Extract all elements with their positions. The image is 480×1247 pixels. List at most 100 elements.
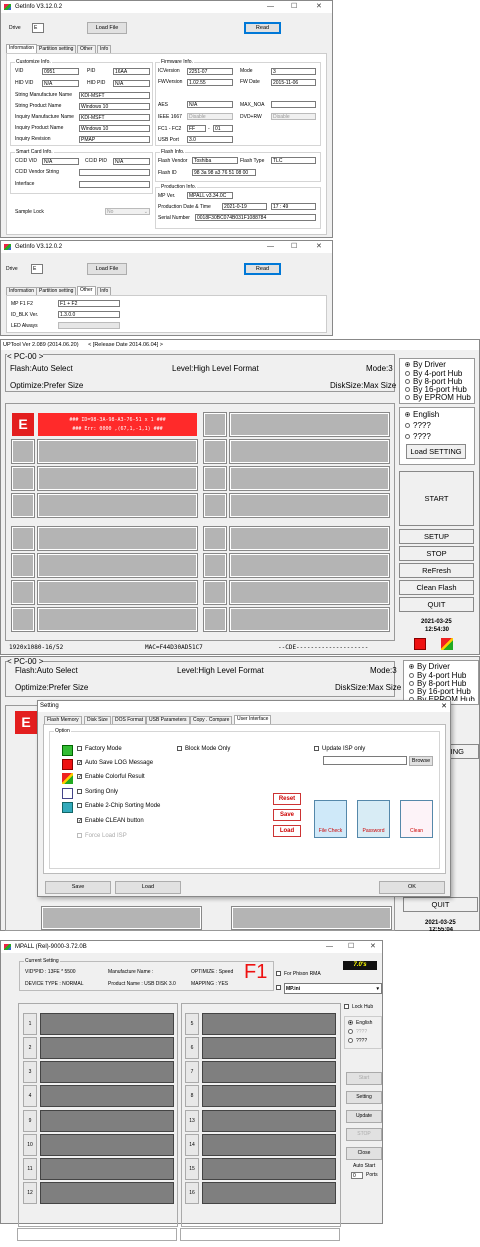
- ok-button[interactable]: OK: [379, 881, 445, 894]
- slot-bar-left[interactable]: [40, 1134, 174, 1156]
- slot-index-box[interactable]: [203, 526, 227, 551]
- auto-start-field[interactable]: 0: [351, 1172, 363, 1179]
- hub-by-driver[interactable]: By Driver: [405, 360, 446, 369]
- active-slot-letter[interactable]: E: [15, 711, 37, 734]
- lang-option-2[interactable]: ????: [405, 421, 431, 430]
- tab-info[interactable]: Info: [97, 287, 112, 295]
- fc2-field[interactable]: 01: [213, 125, 233, 132]
- slot-index-box[interactable]: [203, 493, 227, 518]
- slot-status-bar[interactable]: [229, 493, 390, 518]
- slot-number-left[interactable]: 12: [23, 1182, 37, 1204]
- string-manufacture-field[interactable]: KDI-MSFT: [79, 92, 150, 99]
- isp-path-field[interactable]: [323, 756, 407, 765]
- slot-index-box[interactable]: [203, 553, 227, 578]
- drive-select[interactable]: E: [31, 264, 43, 274]
- slot-index-box[interactable]: [203, 580, 227, 605]
- slot-status-bar[interactable]: [229, 607, 390, 632]
- slot-bar-right[interactable]: [202, 1013, 336, 1035]
- tab-user-interface[interactable]: User Interface: [234, 715, 272, 724]
- color-icon[interactable]: [441, 638, 453, 650]
- tab-information[interactable]: Information: [6, 44, 38, 53]
- stop-button[interactable]: STOP: [399, 546, 474, 561]
- slot-bar-left[interactable]: [40, 1013, 174, 1035]
- slot-bar-left[interactable]: [40, 1085, 174, 1107]
- string-product-field[interactable]: Windows 10: [79, 103, 150, 110]
- clean-icon[interactable]: Clean: [400, 800, 433, 838]
- lang-english[interactable]: English: [405, 410, 439, 419]
- slot-bar-right[interactable]: [202, 1182, 336, 1204]
- start-button[interactable]: START: [399, 471, 474, 526]
- hub-by-driver[interactable]: By Driver: [409, 662, 450, 671]
- id-blk-field[interactable]: 1.3.0.0: [58, 311, 120, 318]
- lang-option-3[interactable]: ????: [405, 432, 431, 441]
- password-icon[interactable]: Password: [357, 800, 390, 838]
- slot-number-right[interactable]: 6: [185, 1037, 199, 1059]
- production-time-field[interactable]: 17 : 49: [271, 203, 316, 210]
- slot-index-box[interactable]: [11, 607, 35, 632]
- ieee-select[interactable]: Disable: [187, 113, 233, 120]
- slot-status-bar[interactable]: [229, 466, 390, 491]
- two-chip-checkbox[interactable]: Enable 2-Chip Sorting Mode: [77, 803, 160, 809]
- slot-bar-right[interactable]: [202, 1085, 336, 1107]
- close-icon[interactable]: ✕: [316, 1, 322, 13]
- slot-number-right[interactable]: 5: [185, 1013, 199, 1035]
- sorting-only-checkbox[interactable]: Sorting Only: [77, 789, 118, 795]
- slot-bar-right[interactable]: [202, 1134, 336, 1156]
- slot-status-bar[interactable]: [37, 526, 198, 551]
- interface-field[interactable]: [79, 181, 150, 188]
- serial-number-field[interactable]: 0018F30BC074B031F1088784: [195, 214, 316, 221]
- slot-index-box[interactable]: [11, 493, 35, 518]
- factory-mode-checkbox[interactable]: Factory Mode: [77, 746, 122, 752]
- ccid-pid-field[interactable]: N/A: [113, 158, 150, 165]
- inquiry-revision-field[interactable]: PMAP: [79, 136, 150, 143]
- load-setting-button[interactable]: Load SETTING: [406, 444, 466, 459]
- tab-other[interactable]: Other: [77, 45, 96, 53]
- minimize-icon[interactable]: —: [267, 1, 274, 13]
- mp-ini-checkbox[interactable]: [276, 985, 284, 991]
- slot-number-right[interactable]: 7: [185, 1061, 199, 1083]
- production-date-field[interactable]: 2021-0-19: [222, 203, 267, 210]
- close-icon[interactable]: ✕: [441, 701, 447, 712]
- quit-button[interactable]: QUIT: [399, 597, 474, 612]
- slot-status-bar[interactable]: [229, 580, 390, 605]
- slot-index-box[interactable]: [203, 439, 227, 464]
- lang-english[interactable]: English: [348, 1020, 372, 1026]
- mp-ini-select[interactable]: MP.ini ▾: [284, 983, 382, 994]
- hub-by-16-port[interactable]: By 16-port Hub: [409, 687, 471, 696]
- active-slot-status[interactable]: ### ID=98-3A-98-A3-76-51 x 1 ### ### Err…: [38, 413, 197, 436]
- slot-index-box[interactable]: [11, 553, 35, 578]
- slot-index-box[interactable]: [11, 439, 35, 464]
- update-button[interactable]: Update: [346, 1110, 382, 1123]
- vid-field[interactable]: 0951: [42, 68, 79, 75]
- icversion-field[interactable]: 2251-07: [187, 68, 233, 75]
- slot-index-box[interactable]: [11, 466, 35, 491]
- close-icon[interactable]: ✕: [316, 241, 322, 253]
- slot-number-right[interactable]: 13: [185, 1110, 199, 1132]
- slot-index-box[interactable]: [11, 526, 35, 551]
- tab-copy-compare[interactable]: Copy . Compare: [190, 716, 233, 724]
- slot-status-bar[interactable]: [37, 607, 198, 632]
- tab-info[interactable]: Info: [97, 45, 112, 53]
- slot-number-right[interactable]: 16: [185, 1182, 199, 1204]
- tab-dos-format[interactable]: DOS Format: [112, 716, 147, 724]
- slot-number-left[interactable]: 11: [23, 1158, 37, 1180]
- slot-bar-right[interactable]: [202, 1061, 336, 1083]
- slot-bar-left[interactable]: [40, 1182, 174, 1204]
- force-load-isp-checkbox[interactable]: Force Load ISP: [77, 833, 127, 839]
- mp-ver-field[interactable]: MPALL v3.34.0C: [187, 192, 233, 199]
- lang-option-3[interactable]: ????: [348, 1038, 367, 1044]
- slot-bar-right[interactable]: [202, 1110, 336, 1132]
- load-icon[interactable]: Load: [273, 825, 301, 837]
- stop-button[interactable]: STOP: [346, 1128, 382, 1141]
- slot-bar-right[interactable]: [202, 1037, 336, 1059]
- tab-flash-memory[interactable]: Flash Memory: [44, 716, 82, 724]
- ccid-vid-field[interactable]: N/A: [42, 158, 79, 165]
- hid-pid-field[interactable]: N/A: [113, 80, 150, 87]
- slot-status-bar[interactable]: [37, 580, 198, 605]
- maximize-icon[interactable]: ☐: [291, 241, 297, 253]
- slot-index-box[interactable]: [11, 580, 35, 605]
- tab-other[interactable]: Other: [77, 286, 96, 295]
- mode-field[interactable]: 3: [271, 68, 316, 75]
- block-mode-only-checkbox[interactable]: Block Mode Only: [177, 746, 230, 752]
- colorful-result-checkbox[interactable]: ✓ Enable Colorful Result: [77, 774, 145, 780]
